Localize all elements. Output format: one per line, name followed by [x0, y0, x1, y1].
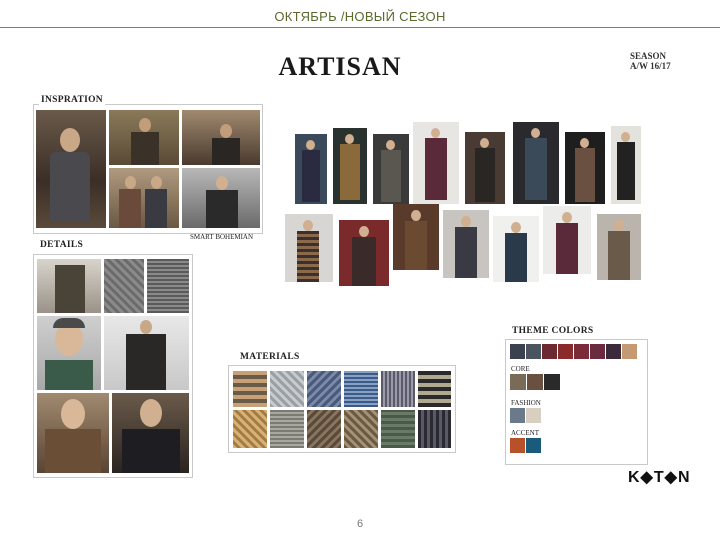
- theme-swatch-6: [590, 344, 605, 359]
- theme-swatch-5: [574, 344, 589, 359]
- runway-look-6: [513, 122, 559, 204]
- theme-swatch-8: [622, 344, 637, 359]
- runway-look-9: [285, 214, 333, 282]
- theme-colors-label: THEME COLORS: [512, 326, 594, 336]
- material-swatch-12: [418, 410, 451, 448]
- material-swatch-6: [418, 371, 451, 407]
- inspiration-photo-couple: [109, 168, 179, 228]
- inspiration-photo-group: [109, 110, 179, 165]
- runway-look-10: [339, 220, 389, 286]
- materials-panel: [228, 365, 456, 453]
- material-swatch-11: [381, 410, 415, 448]
- material-swatch-4: [344, 371, 378, 407]
- runway-look-4: [413, 122, 459, 204]
- material-swatch-1: [233, 371, 267, 407]
- theme-swatch-4: [558, 344, 573, 359]
- detail-photo-fur-collar: [37, 393, 109, 473]
- runway-look-3: [373, 134, 409, 204]
- detail-photo-trousers: [37, 259, 101, 313]
- material-swatch-9: [307, 410, 341, 448]
- runway-look-2: [333, 128, 367, 204]
- runway-look-12: [443, 210, 489, 278]
- inspiration-caption: SMART BOHEMIAN: [190, 233, 254, 241]
- material-swatch-3: [307, 371, 341, 407]
- inspiration-photo-bearded-man: [36, 110, 106, 228]
- runway-look-1: [295, 134, 327, 204]
- core-swatch-2: [527, 374, 543, 390]
- core-swatch-1: [510, 374, 526, 390]
- runway-look-13: [493, 216, 539, 282]
- fashion-swatch-1: [510, 408, 525, 423]
- runway-look-7: [565, 132, 605, 204]
- theme-swatch-2: [526, 344, 541, 359]
- detail-photo-knit-texture: [104, 259, 144, 313]
- material-swatch-5: [381, 371, 415, 407]
- board-title: ARTISAN: [278, 52, 402, 81]
- accent-swatch-2: [526, 438, 541, 453]
- theme-swatch-3: [542, 344, 557, 359]
- fashion-label: FASHION: [511, 399, 541, 407]
- inspiration-photo-seated-man: [182, 168, 260, 228]
- detail-photo-tweed-texture: [147, 259, 189, 313]
- runway-look-5: [465, 132, 505, 204]
- inspiration-label: INSPRATION: [39, 95, 105, 105]
- core-label: CORE: [511, 365, 530, 373]
- material-swatch-8: [270, 410, 304, 448]
- theme-colors-panel: CORE FASHION ACCENT: [505, 339, 648, 465]
- detail-photo-beanie-man: [37, 316, 101, 390]
- season-line-2: A/W 16/17: [630, 61, 671, 71]
- koton-logo: K◆T◆N: [628, 469, 691, 486]
- accent-swatch-1: [510, 438, 525, 453]
- inspiration-photo-room: [182, 110, 260, 165]
- season-label: SEASON A/W 16/17: [630, 51, 710, 71]
- inspiration-panel: [33, 104, 263, 234]
- detail-photo-jacket-man: [112, 393, 189, 473]
- header-title: ОКТЯБРЬ /НОВЫЙ СЕЗОН: [274, 9, 446, 24]
- detail-photo-coat: [104, 316, 189, 390]
- details-label: DETAILS: [40, 240, 84, 250]
- runway-look-11: [393, 204, 439, 270]
- accent-label: ACCENT: [511, 429, 539, 437]
- runway-look-15: [597, 214, 641, 280]
- theme-swatch-7: [606, 344, 621, 359]
- fashion-swatch-2: [526, 408, 541, 423]
- runway-looks: [285, 120, 645, 290]
- material-swatch-2: [270, 371, 304, 407]
- page-number: 6: [356, 518, 364, 530]
- details-panel: [33, 254, 193, 478]
- material-swatch-7: [233, 410, 267, 448]
- header-divider: [0, 27, 720, 28]
- season-line-1: SEASON: [630, 51, 667, 61]
- runway-look-8: [611, 126, 641, 204]
- runway-look-14: [543, 206, 591, 274]
- materials-label: MATERIALS: [240, 352, 300, 362]
- core-swatch-3: [544, 374, 560, 390]
- material-swatch-10: [344, 410, 378, 448]
- theme-swatch-1: [510, 344, 525, 359]
